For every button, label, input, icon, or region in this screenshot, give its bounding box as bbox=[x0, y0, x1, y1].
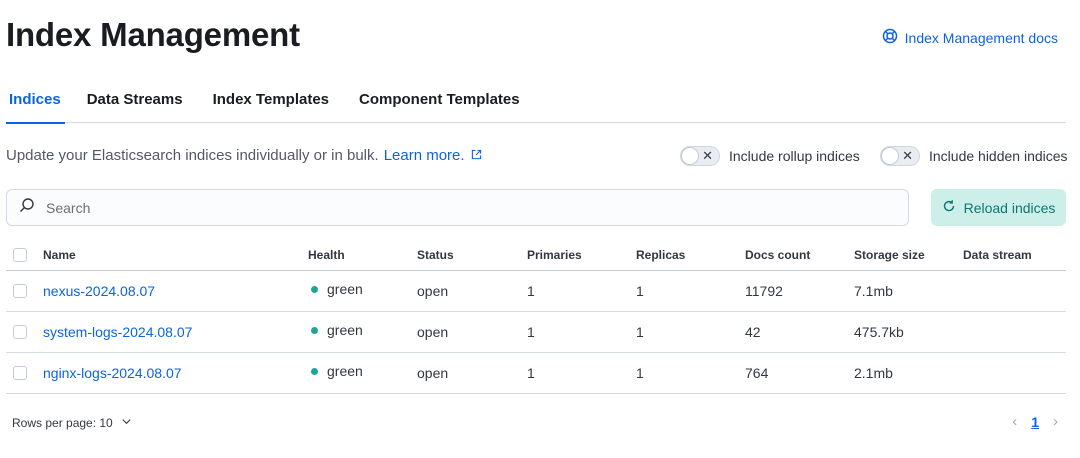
row-checkbox[interactable] bbox=[13, 366, 27, 380]
docs-link-label: Index Management docs bbox=[904, 29, 1058, 46]
rollup-toggle[interactable]: ✕ Include rollup indices bbox=[680, 146, 860, 166]
page-number-button[interactable]: 1 bbox=[1031, 414, 1039, 430]
tab-component-templates[interactable]: Component Templates bbox=[359, 84, 520, 123]
column-header-name[interactable]: Name bbox=[43, 240, 76, 270]
column-header-primaries[interactable]: Primaries bbox=[527, 240, 582, 270]
chevron-left-icon[interactable]: ‹ bbox=[1012, 413, 1017, 430]
storage-size-cell: 2.1mb bbox=[854, 365, 893, 381]
status-cell: open bbox=[417, 365, 449, 381]
column-header-health[interactable]: Health bbox=[308, 240, 345, 270]
health-label: green bbox=[327, 363, 363, 379]
row-checkbox[interactable] bbox=[13, 325, 27, 339]
replicas-cell: 1 bbox=[636, 324, 644, 340]
health-indicator: green bbox=[311, 322, 363, 338]
column-header-storage-size[interactable]: Storage size bbox=[854, 240, 925, 270]
replicas-cell: 1 bbox=[636, 365, 644, 381]
column-header-data-stream[interactable]: Data stream bbox=[963, 240, 1032, 270]
reload-label: Reload indices bbox=[963, 199, 1056, 216]
health-dot-icon bbox=[311, 285, 318, 293]
tab-indices[interactable]: Indices bbox=[6, 84, 65, 124]
indices-table: Name Health Status Primaries Replicas Do… bbox=[6, 240, 1066, 394]
reload-indices-button[interactable]: Reload indices bbox=[931, 189, 1066, 226]
search-icon bbox=[19, 197, 35, 218]
primaries-cell: 1 bbox=[527, 324, 535, 340]
hidden-toggle-label: Include hidden indices bbox=[929, 148, 1068, 164]
index-name-link[interactable]: system-logs-2024.08.07 bbox=[43, 312, 192, 352]
table-row: nexus-2024.08.07 green open 1 1 11792 7.… bbox=[6, 271, 1066, 312]
page-title: Index Management bbox=[6, 16, 300, 53]
health-dot-icon bbox=[311, 367, 318, 375]
pagination: ‹ 1 › bbox=[1012, 413, 1058, 430]
close-icon: ✕ bbox=[702, 148, 713, 163]
health-label: green bbox=[327, 322, 363, 338]
health-label: green bbox=[327, 281, 363, 297]
rows-per-page-label: Rows per page: 10 bbox=[12, 416, 113, 430]
row-checkbox[interactable] bbox=[13, 284, 27, 298]
table-header: Name Health Status Primaries Replicas Do… bbox=[6, 240, 1066, 271]
index-name-link[interactable]: nexus-2024.08.07 bbox=[43, 271, 155, 311]
external-link-icon bbox=[471, 147, 482, 164]
learn-more-label: Learn more. bbox=[383, 147, 465, 164]
tab-bar: Indices Data Streams Index Templates Com… bbox=[6, 84, 1066, 124]
primaries-cell: 1 bbox=[527, 283, 535, 299]
primaries-cell: 1 bbox=[527, 365, 535, 381]
select-all-checkbox[interactable] bbox=[13, 248, 27, 262]
column-header-replicas[interactable]: Replicas bbox=[636, 240, 685, 270]
help-lifebuoy-icon bbox=[882, 28, 898, 47]
tab-data-streams[interactable]: Data Streams bbox=[87, 84, 183, 123]
rows-per-page-selector[interactable]: Rows per page: 10 bbox=[12, 416, 132, 430]
chevron-down-icon bbox=[121, 416, 132, 430]
health-indicator: green bbox=[311, 281, 363, 297]
search-field[interactable] bbox=[6, 189, 909, 226]
rollup-switch[interactable]: ✕ bbox=[680, 146, 720, 166]
column-header-docs-count[interactable]: Docs count bbox=[745, 240, 810, 270]
health-indicator: green bbox=[311, 363, 363, 379]
close-icon: ✕ bbox=[902, 148, 913, 163]
table-row: nginx-logs-2024.08.07 green open 1 1 764… bbox=[6, 353, 1066, 394]
rollup-toggle-label: Include rollup indices bbox=[729, 148, 860, 164]
storage-size-cell: 7.1mb bbox=[854, 283, 893, 299]
description-text: Update your Elasticsearch indices indivi… bbox=[6, 147, 379, 164]
tab-index-templates[interactable]: Index Templates bbox=[213, 84, 329, 123]
health-dot-icon bbox=[311, 326, 318, 334]
replicas-cell: 1 bbox=[636, 283, 644, 299]
docs-count-cell: 764 bbox=[745, 365, 769, 381]
column-header-status[interactable]: Status bbox=[417, 240, 454, 270]
docs-count-cell: 11792 bbox=[745, 283, 783, 299]
refresh-icon bbox=[942, 199, 956, 216]
index-name-link[interactable]: nginx-logs-2024.08.07 bbox=[43, 353, 182, 393]
chevron-right-icon[interactable]: › bbox=[1053, 413, 1058, 430]
docs-link[interactable]: Index Management docs bbox=[882, 28, 1058, 47]
table-row: system-logs-2024.08.07 green open 1 1 42… bbox=[6, 312, 1066, 353]
hidden-switch[interactable]: ✕ bbox=[880, 146, 920, 166]
page-description: Update your Elasticsearch indices indivi… bbox=[6, 147, 482, 164]
learn-more-link[interactable]: Learn more. bbox=[384, 147, 482, 164]
status-cell: open bbox=[417, 324, 449, 340]
hidden-toggle[interactable]: ✕ Include hidden indices bbox=[880, 146, 1068, 166]
docs-count-cell: 42 bbox=[745, 324, 761, 340]
search-input[interactable] bbox=[46, 199, 866, 216]
storage-size-cell: 475.7kb bbox=[854, 324, 904, 340]
status-cell: open bbox=[417, 283, 449, 299]
